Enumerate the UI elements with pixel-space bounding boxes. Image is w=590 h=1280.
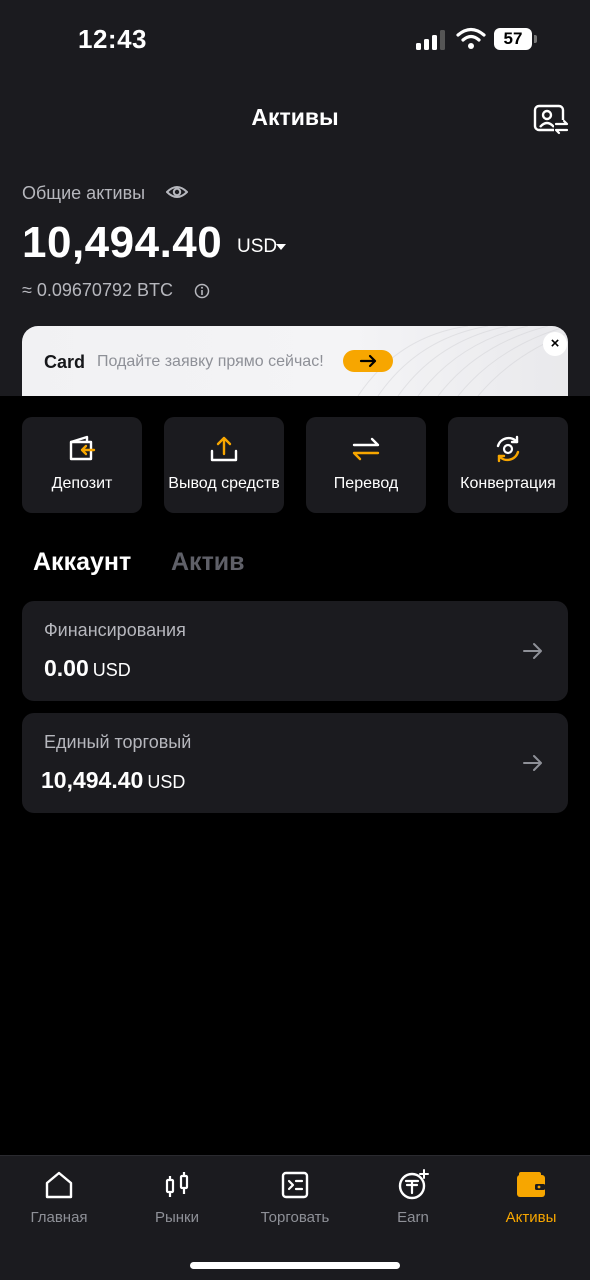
earn-icon (398, 1169, 429, 1200)
nav-trade-label: Торговать (260, 1209, 330, 1226)
candlestick-icon (165, 1172, 189, 1197)
transfer-label: Перевод (333, 475, 399, 492)
home-indicator (190, 1262, 400, 1269)
currency-selector[interactable]: USD (237, 236, 277, 258)
eye-icon[interactable] (166, 182, 188, 202)
convert-button[interactable]: Конвертация (448, 417, 568, 513)
wallet-icon (517, 1172, 545, 1197)
status-bar: 12:43 57 (0, 0, 590, 80)
convert-icon (496, 435, 520, 463)
page-title: Активы (251, 104, 339, 130)
nav-home[interactable]: Главная (0, 1156, 118, 1246)
tab-asset[interactable]: Актив (171, 548, 245, 577)
account-name: Финансирования (44, 620, 186, 640)
assets-header-area: 12:43 57 Активы Общие активы 10,494.40 U… (0, 0, 590, 396)
deposit-label: Депозит (51, 475, 113, 492)
nav-assets[interactable]: Активы (472, 1156, 590, 1246)
unified-trading-account-card[interactable]: Единый торговый 10,494.40 USD (22, 713, 568, 813)
close-icon[interactable]: × (543, 332, 567, 356)
account-amount-value: 10,494.40 (41, 767, 144, 793)
home-icon (45, 1171, 73, 1199)
transfer-icon (352, 437, 380, 461)
withdraw-button[interactable]: Вывод средств (164, 417, 284, 513)
arrow-right-icon (359, 354, 377, 368)
total-assets-value: 10,494.40 (22, 218, 223, 267)
nav-trade[interactable]: Торговать (236, 1156, 354, 1246)
nav-earn-label: Earn (397, 1209, 429, 1226)
cellular-signal-icon (416, 30, 445, 50)
promo-title: Card (44, 352, 86, 372)
tab-account[interactable]: Аккаунт (33, 548, 131, 577)
account-currency: USD (92, 660, 131, 680)
assets-screen: 12:43 57 Активы Общие активы 10,494.40 U… (0, 0, 590, 1280)
trade-icon (281, 1171, 309, 1199)
arrow-right-icon[interactable] (522, 641, 544, 661)
promo-arrow-button[interactable] (343, 350, 393, 372)
deposit-button[interactable]: Депозит (22, 417, 142, 513)
nav-home-label: Главная (30, 1209, 88, 1226)
battery-indicator: 57 (494, 28, 532, 50)
total-assets-label: Общие активы (22, 183, 146, 203)
profile-switch-icon[interactable] (532, 102, 570, 138)
deposit-icon (69, 435, 96, 461)
btc-equivalent: ≈ 0.09670792 BTC (22, 280, 173, 300)
wifi-icon (456, 27, 486, 49)
account-amount-value: 0.00 (44, 655, 89, 681)
nav-markets[interactable]: Рынки (118, 1156, 236, 1246)
promo-subtitle: Подайте заявку прямо сейчас! (97, 353, 324, 370)
status-time: 12:43 (78, 24, 147, 54)
account-name: Единый торговый (44, 732, 192, 752)
transfer-button[interactable]: Перевод (306, 417, 426, 513)
nav-assets-label: Активы (505, 1209, 557, 1226)
nav-markets-label: Рынки (154, 1209, 199, 1226)
account-amount: 10,494.40 USD (41, 767, 185, 794)
info-icon[interactable] (194, 283, 210, 299)
account-currency: USD (147, 772, 186, 792)
funding-account-card[interactable]: Финансирования 0.00 USD (22, 601, 568, 701)
withdraw-label: Вывод средств (168, 475, 280, 492)
convert-label: Конвертация (460, 475, 556, 492)
caret-down-icon[interactable] (276, 244, 286, 250)
account-amount: 0.00 USD (44, 655, 131, 682)
arrow-right-icon[interactable] (522, 753, 544, 773)
withdraw-icon (210, 436, 238, 462)
card-promo-banner[interactable]: Card Подайте заявку прямо сейчас! × (22, 326, 568, 396)
nav-earn[interactable]: Earn (354, 1156, 472, 1246)
battery-tip (534, 35, 537, 43)
